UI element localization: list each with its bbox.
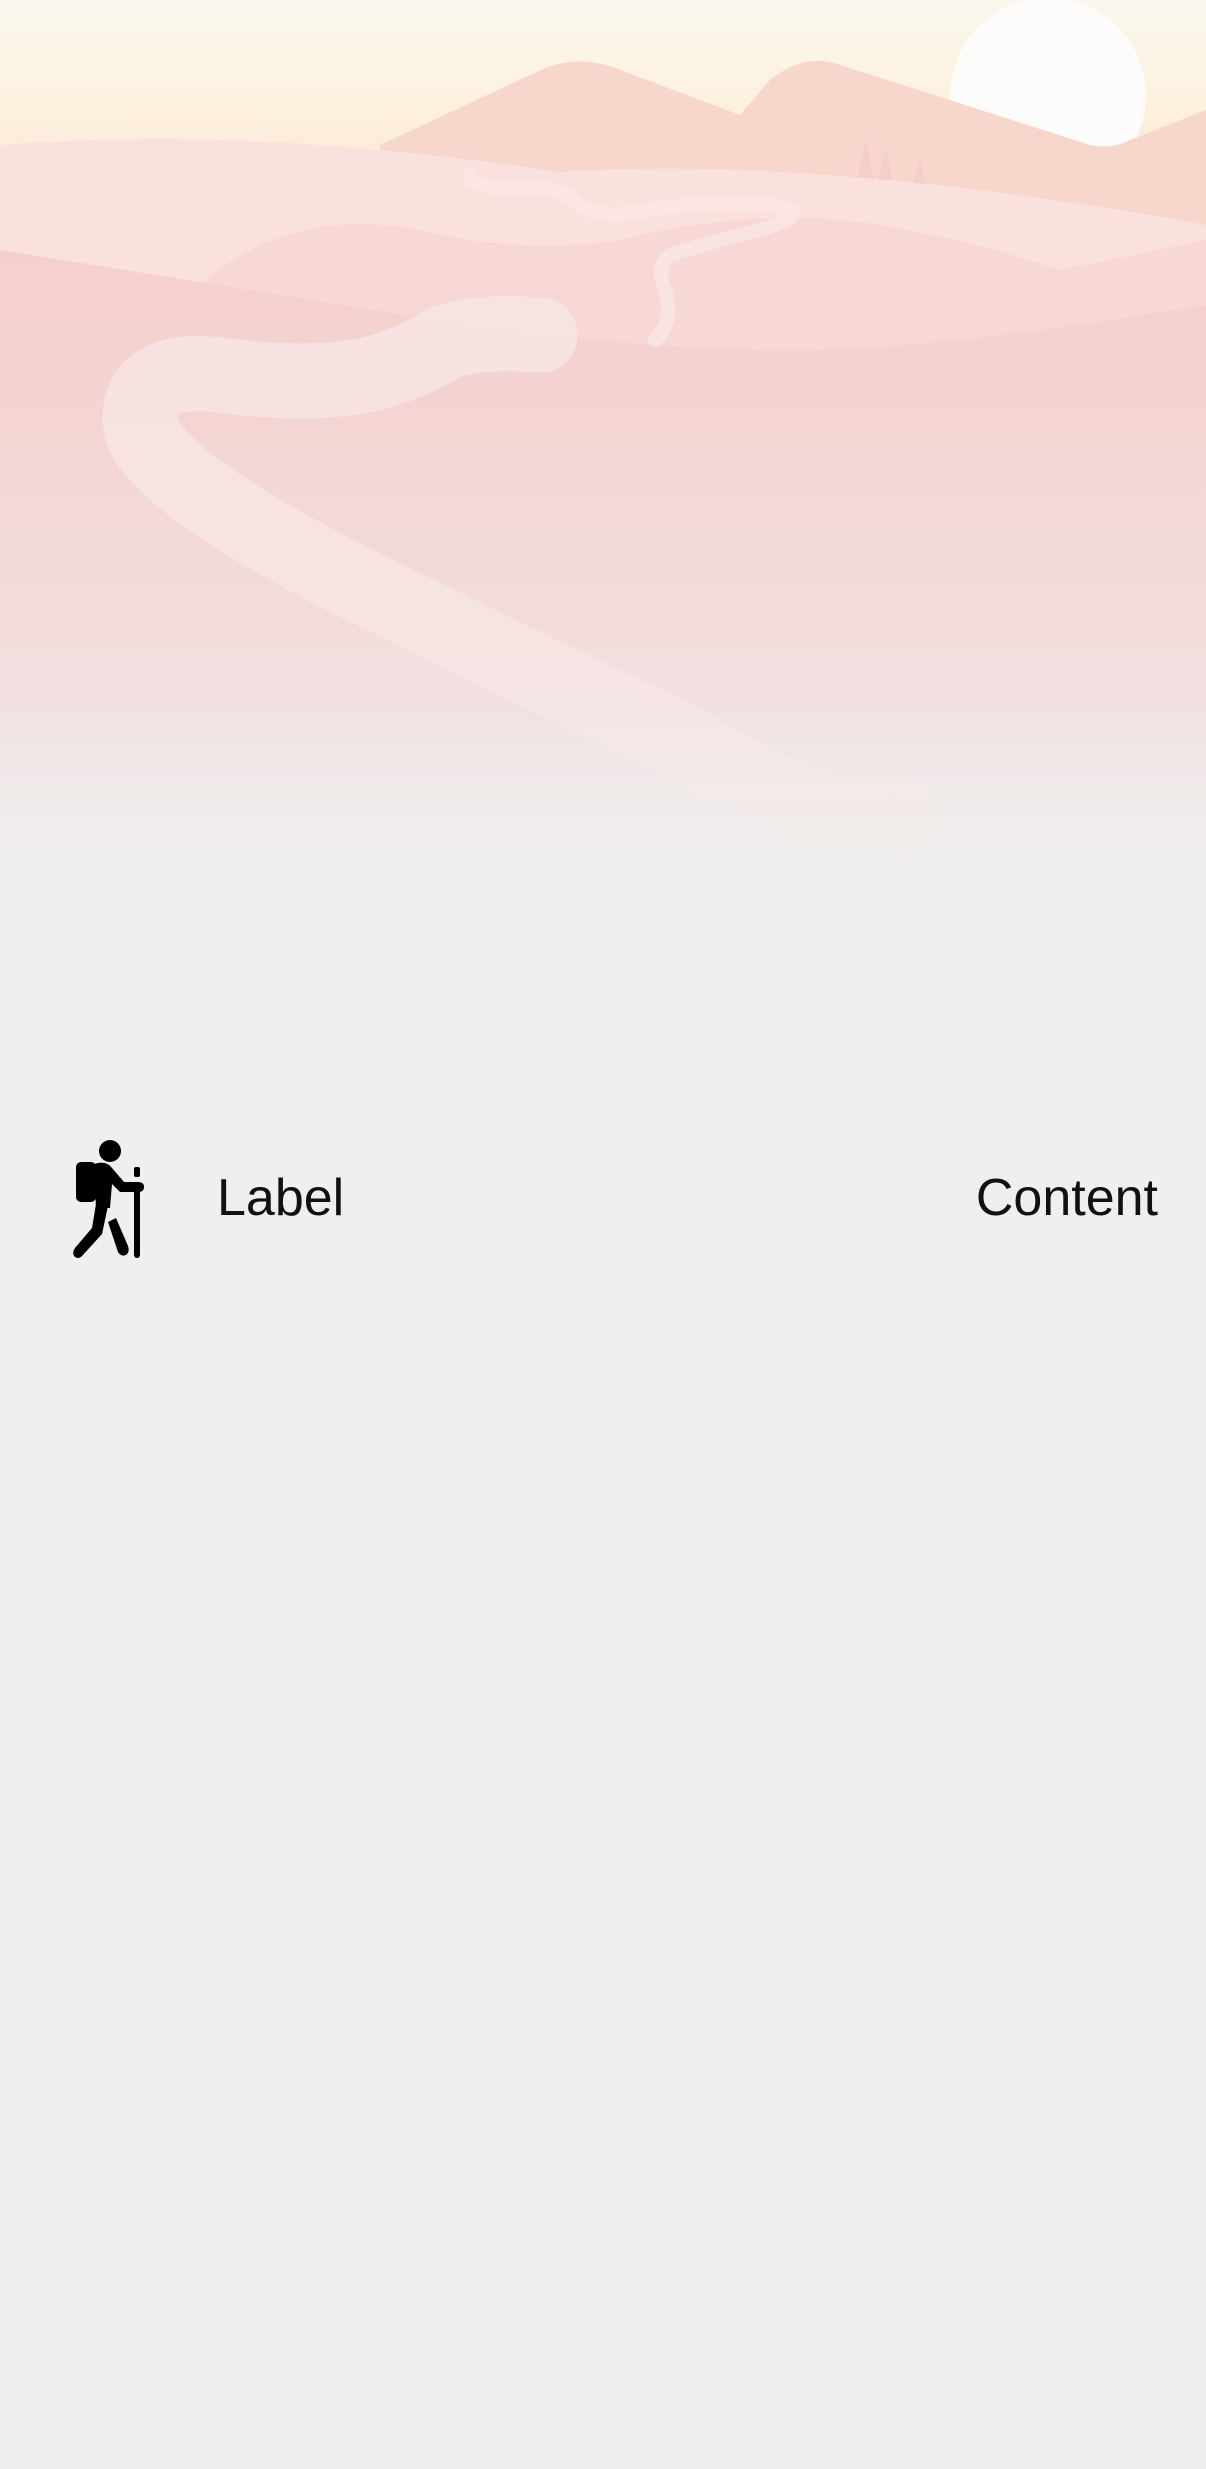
figure-hiking-icon [68,1130,152,1260]
bottom-fade [0,700,1206,930]
landscape-artwork [0,0,1206,930]
row-label: Label [217,1169,345,1227]
label-content-row: Label Content [0,1130,1206,1270]
row-content: Content [975,1169,1158,1227]
hero-landscape-illustration [0,0,1206,930]
